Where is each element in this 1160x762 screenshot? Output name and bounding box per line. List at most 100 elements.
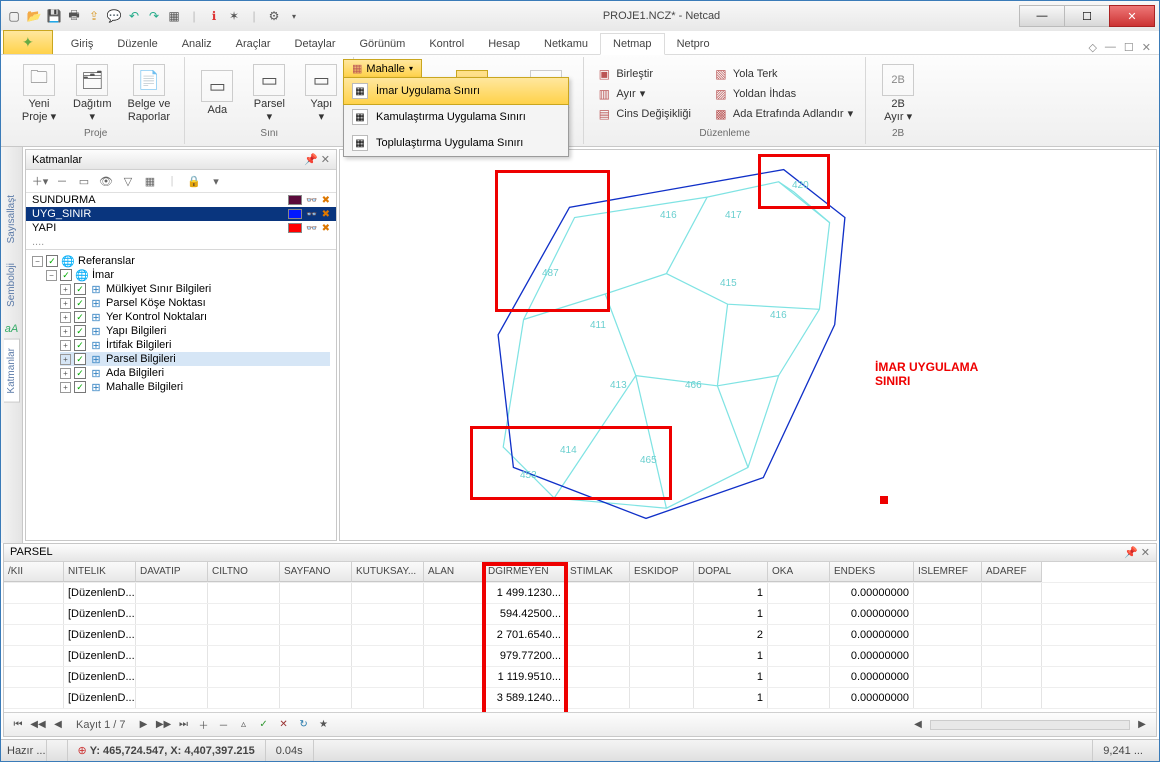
cins-button[interactable]: ▤Cins Değişikliği	[592, 105, 695, 123]
tree-node[interactable]: +✓⊞Yapı Bilgileri	[60, 324, 330, 338]
2b-ayir-button[interactable]: 2B2B Ayır ▾	[874, 62, 922, 124]
menu-kamulastirma[interactable]: ▦Kamulaştırma Uygulama Sınırı	[344, 104, 568, 130]
chat-icon[interactable]: 💬	[105, 7, 123, 25]
lock-icon[interactable]: 🔒	[184, 172, 204, 190]
checkbox-icon[interactable]: ✓	[74, 381, 86, 393]
pin-icon[interactable]: 📌	[1124, 547, 1138, 559]
net-icon[interactable]: ✶	[225, 7, 243, 25]
grid-icon[interactable]: ▦	[165, 7, 183, 25]
remove-layer-icon[interactable]: －	[52, 172, 72, 190]
col-header[interactable]: ALAN	[424, 562, 484, 582]
vis-icon[interactable]: 👁	[96, 172, 116, 190]
nav-edit-icon[interactable]: ▵	[236, 717, 252, 733]
tab-netkamu[interactable]: Netkamu	[532, 34, 600, 54]
panel-close-icon[interactable]: ✕	[1141, 547, 1150, 559]
mahalle-dropdown-button[interactable]: ▦ Mahalle ▾	[343, 59, 422, 78]
expand-icon[interactable]: +	[60, 284, 71, 295]
dagitim-button[interactable]: 🗂Dağıtım▾	[67, 62, 118, 124]
tab-netmap[interactable]: Netmap	[600, 33, 665, 55]
col-header[interactable]: ESKIDOP	[630, 562, 694, 582]
col-header[interactable]: NITELIK	[64, 562, 136, 582]
nav-left-icon[interactable]: ◀	[910, 717, 926, 733]
yeni-proje-button[interactable]: 🗀Yeni Proje ▾	[15, 62, 63, 124]
checkbox-icon[interactable]: ✓	[74, 367, 86, 379]
tree-node[interactable]: +✓⊞Yer Kontrol Noktaları	[60, 310, 330, 324]
expand-icon[interactable]: +	[60, 298, 71, 309]
yola-button[interactable]: ▧Yola Terk	[709, 65, 857, 83]
nav-prev-icon[interactable]: ◀	[50, 717, 66, 733]
col-header[interactable]: /KII	[4, 562, 64, 582]
minimize-button[interactable]: —	[1019, 5, 1065, 27]
redo-icon[interactable]: ↷	[145, 7, 163, 25]
expand-icon[interactable]: +	[60, 340, 71, 351]
col-header[interactable]: DGIRMEYEN	[484, 562, 566, 582]
tree-node[interactable]: +✓⊞Mülkiyet Sınır Bilgileri	[60, 282, 330, 296]
tree-root[interactable]: −✓🌐Referanslar	[32, 254, 330, 268]
col-header[interactable]: STIMLAK	[566, 562, 630, 582]
checkbox-icon[interactable]: ✓	[60, 269, 72, 281]
nav-refresh-icon[interactable]: ↻	[296, 717, 312, 733]
new-icon[interactable]: ▢	[5, 7, 23, 25]
qat-more-icon[interactable]: ▾	[285, 7, 303, 25]
restore-icon[interactable]: ☐	[1124, 41, 1134, 54]
prop-icon[interactable]: ▭	[74, 172, 94, 190]
table-row[interactable]: [DüzenlenD...594.42500...10.00000000	[4, 604, 1156, 625]
col-header[interactable]: KUTUKSAY...	[352, 562, 424, 582]
more-icon[interactable]: ▾	[206, 172, 226, 190]
menu-toplulastirma[interactable]: ▦Toplulaştırma Uygulama Sınırı	[344, 130, 568, 156]
checkbox-icon[interactable]: ✓	[74, 283, 86, 295]
panel-close-icon[interactable]: ✕	[321, 154, 330, 166]
layer-row[interactable]: YAPI👓✖	[26, 221, 336, 235]
tab-analiz[interactable]: Analiz	[170, 34, 224, 54]
print-icon[interactable]: 🖶	[65, 7, 83, 25]
aa-icon[interactable]: aA	[5, 319, 18, 339]
layer-row[interactable]: UYG_SINIR👓✖	[26, 207, 336, 221]
tree-node[interactable]: +✓⊞Mahalle Bilgileri	[60, 380, 330, 394]
grid2-icon[interactable]: ▦	[140, 172, 160, 190]
add-layer-icon[interactable]: ＋▾	[30, 172, 50, 190]
checkbox-icon[interactable]: ✓	[74, 325, 86, 337]
tab-kontrol[interactable]: Kontrol	[417, 34, 476, 54]
col-header[interactable]: OKA	[768, 562, 830, 582]
expand-icon[interactable]: +	[60, 312, 71, 323]
file-tab[interactable]: ✦	[3, 30, 53, 54]
map-canvas[interactable]: 487 416 417 420 411 415 416 413 466 414 …	[339, 149, 1157, 541]
checkbox-icon[interactable]: ✓	[74, 339, 86, 351]
col-header[interactable]: CILTNO	[208, 562, 280, 582]
table-row[interactable]: [DüzenlenD...2 701.6540...20.00000000	[4, 625, 1156, 646]
collapse-icon[interactable]: −	[46, 270, 57, 281]
collapse-icon[interactable]: −	[32, 256, 43, 267]
expand-icon[interactable]: +	[60, 368, 71, 379]
nav-next-icon[interactable]: ▶	[136, 717, 152, 733]
col-header[interactable]: ENDEKS	[830, 562, 914, 582]
col-header[interactable]: ISLEMREF	[914, 562, 982, 582]
layer-row[interactable]: SUNDURMA👓✖	[26, 193, 336, 207]
scroll-track[interactable]	[930, 720, 1130, 730]
upload-icon[interactable]: ⇪	[85, 7, 103, 25]
nav-prevpage-icon[interactable]: ◀◀	[30, 717, 46, 733]
nav-first-icon[interactable]: ⏮	[10, 717, 26, 733]
minimize-ribbon-icon[interactable]: —	[1105, 41, 1116, 54]
nav-cancel-icon[interactable]: ✕	[276, 717, 292, 733]
yapi-button[interactable]: ▭Yapı▾	[297, 62, 345, 124]
nav-nextpage-icon[interactable]: ▶▶	[156, 717, 172, 733]
close-button[interactable]: ✕	[1109, 5, 1155, 27]
tree-node[interactable]: +✓⊞Parsel Bilgileri	[60, 352, 330, 366]
sidetab-sayisallast[interactable]: Sayısallaşt	[4, 187, 19, 251]
table-row[interactable]: [DüzenlenD...1 119.9510...10.00000000	[4, 667, 1156, 688]
ayir-button[interactable]: ▥Ayır ▾	[592, 85, 695, 103]
expand-icon[interactable]: +	[60, 382, 71, 393]
maximize-button[interactable]: ☐	[1064, 5, 1110, 27]
sidetab-katmanlar[interactable]: Katmanlar	[4, 339, 20, 403]
save-icon[interactable]: 💾	[45, 7, 63, 25]
table-row[interactable]: [DüzenlenD...3 589.1240...10.00000000	[4, 688, 1156, 709]
sidetab-semboloji[interactable]: Semboloji	[4, 255, 19, 315]
filter-icon[interactable]: ▽	[118, 172, 138, 190]
settings-icon[interactable]: ⚙	[265, 7, 283, 25]
tree-imar[interactable]: −✓🌐İmar	[46, 268, 330, 282]
col-header[interactable]: DAVATIP	[136, 562, 208, 582]
tree-node[interactable]: +✓⊞Parsel Köşe Noktası	[60, 296, 330, 310]
table-row[interactable]: [DüzenlenD...979.77200...10.00000000	[4, 646, 1156, 667]
nav-add-icon[interactable]: ＋	[196, 717, 212, 733]
menu-imar-uygulama[interactable]: ▦İmar Uygulama Sınırı	[343, 77, 569, 105]
